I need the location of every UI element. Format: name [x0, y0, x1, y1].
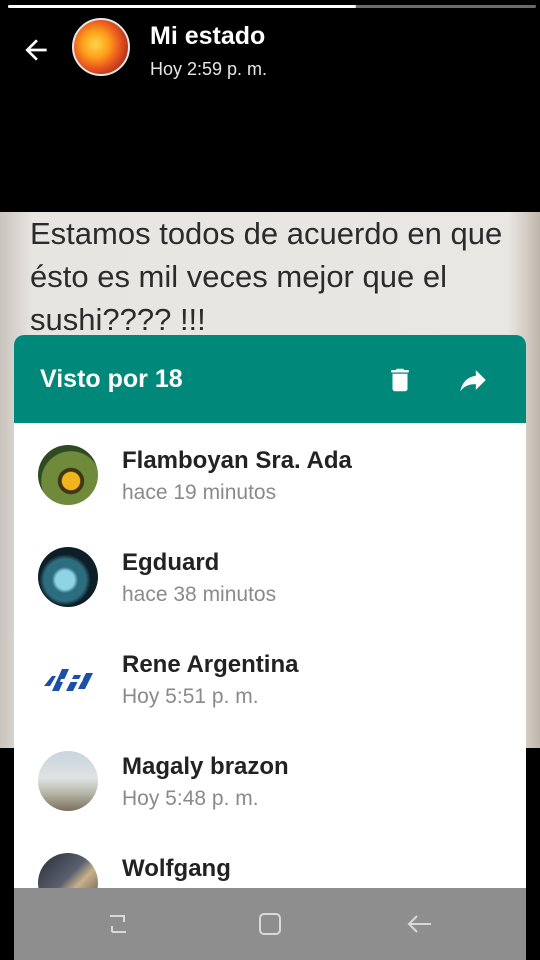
viewer-avatar — [38, 853, 98, 888]
delete-button[interactable] — [377, 357, 423, 403]
home-button[interactable] — [250, 906, 290, 942]
viewer-row[interactable]: Rene Argentina Hoy 5:51 p. m. — [14, 637, 526, 739]
viewer-name: Magaly brazon — [122, 753, 289, 780]
viewer-avatar — [38, 751, 98, 811]
navigation-bar — [14, 888, 526, 960]
viewer-name: Wolfgang — [122, 855, 231, 882]
viewer-row[interactable]: Egduard hace 38 minutos — [14, 535, 526, 637]
viewer-avatar — [38, 445, 98, 505]
share-forward-icon — [460, 370, 486, 392]
nav-back-button[interactable] — [400, 906, 440, 942]
status-timestamp: Hoy 2:59 p. m. — [150, 59, 268, 79]
viewers-count-title: Visto por 18 — [40, 365, 183, 393]
viewer-time: Hoy 5:48 p. m. — [122, 787, 259, 810]
viewer-time: Hoy 5:51 p. m. — [122, 685, 259, 708]
page-title: Mi estado — [150, 22, 266, 50]
viewer-avatar — [38, 649, 98, 709]
viewers-sheet-header: Visto por 18 — [14, 335, 526, 423]
avatar[interactable] — [72, 18, 130, 76]
status-header: Mi estado Hoy 2:59 p. m. — [0, 0, 540, 100]
back-button[interactable] — [14, 28, 58, 72]
viewer-time: hace 38 minutos — [122, 583, 277, 606]
trash-icon — [391, 368, 409, 392]
recents-icon — [110, 915, 126, 933]
recents-button[interactable] — [98, 906, 138, 942]
viewer-time: hace 19 minutos — [122, 481, 277, 504]
home-icon — [259, 913, 281, 935]
viewer-row[interactable]: Magaly brazon Hoy 5:48 p. m. — [14, 739, 526, 841]
arrow-left-icon — [25, 39, 47, 61]
nav-back-icon — [407, 915, 431, 933]
forward-button[interactable] — [450, 357, 496, 403]
viewer-name: Flamboyan Sra. Ada — [122, 447, 352, 474]
viewer-avatar — [38, 547, 98, 607]
viewer-row[interactable]: Flamboyan Sra. Ada hace 19 minutos — [14, 433, 526, 535]
viewers-sheet: Visto por 18 Flamboyan Sra. Ada hace 19 … — [14, 335, 526, 888]
logo-icon — [44, 669, 93, 691]
viewer-name: Rene Argentina — [122, 651, 299, 678]
status-caption: Estamos todos de acuerdo en que ésto es … — [30, 216, 503, 337]
viewer-name: Egduard — [122, 549, 220, 576]
viewer-row[interactable]: Wolfgang — [14, 841, 526, 888]
